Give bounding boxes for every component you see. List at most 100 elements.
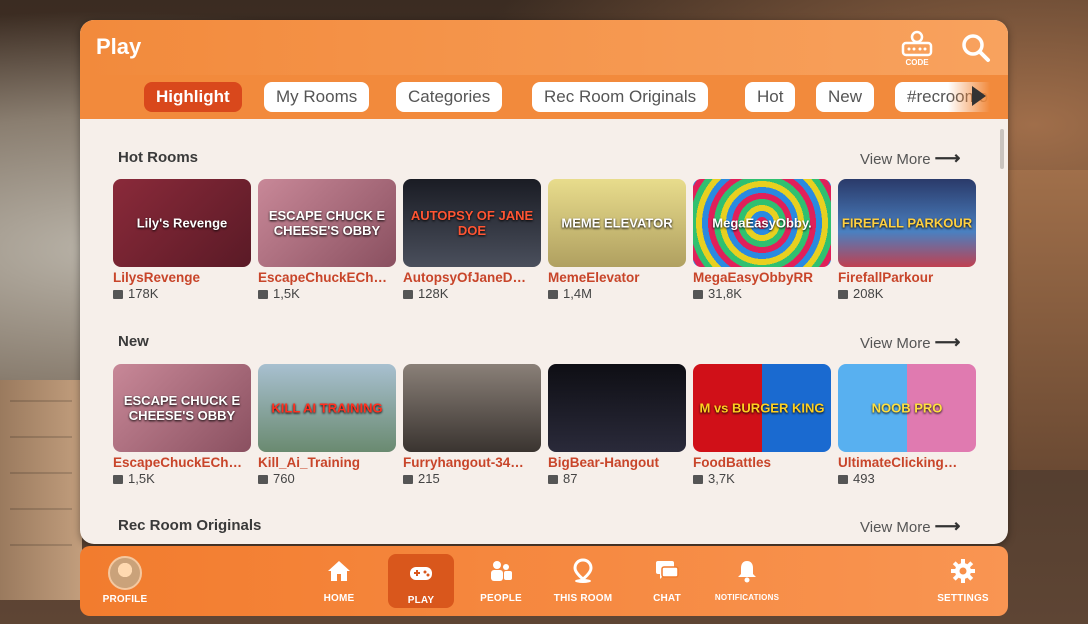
nav-notifications[interactable]: NOTIFICATIONS bbox=[712, 546, 782, 616]
arrow-right-icon: ⟶ bbox=[934, 516, 961, 536]
room-thumbnail: AUTOPSY OF JANE DOE bbox=[403, 179, 541, 267]
view-more-new[interactable]: View More ⟶ bbox=[860, 332, 960, 353]
arrow-right-icon: ⟶ bbox=[934, 332, 961, 352]
chat-icon bbox=[656, 561, 679, 579]
room-card[interactable]: BigBear-Hangout 87 bbox=[548, 364, 686, 486]
nav-settings[interactable]: SETTINGS bbox=[930, 546, 996, 616]
room-likes: 178K bbox=[113, 286, 251, 301]
nav-label: HOME bbox=[323, 593, 355, 604]
room-likes: 128K bbox=[403, 286, 541, 301]
room-thumbnail: ESCAPE CHUCK E CHEESE'S OBBY bbox=[258, 179, 396, 267]
nav-profile[interactable]: PROFILE bbox=[92, 546, 158, 616]
room-card[interactable]: NOOB PRO UltimateClicking… 493 bbox=[838, 364, 976, 486]
room-list[interactable]: Hot Rooms View More ⟶ Lily's Revenge Lily… bbox=[80, 119, 1008, 544]
room-likes: 215 bbox=[403, 471, 541, 486]
thumbnail-text: M vs BURGER KING bbox=[699, 400, 825, 416]
nav-label: PROFILE bbox=[102, 594, 148, 605]
thumbs-up-icon bbox=[693, 475, 703, 484]
likes-count: 208K bbox=[853, 286, 884, 301]
room-card[interactable]: KILL AI TRAINING Kill_Ai_Training 760 bbox=[258, 364, 396, 486]
likes-count: 128K bbox=[418, 286, 449, 301]
room-name: FoodBattles bbox=[693, 455, 772, 470]
room-name: Kill_Ai_Training bbox=[258, 455, 361, 470]
room-card[interactable]: ESCAPE CHUCK E CHEESE'S OBBY EscapeChuck… bbox=[258, 179, 396, 301]
nav-people[interactable]: PEOPLE bbox=[468, 546, 534, 616]
thumbnail-text: KILL AI TRAINING bbox=[271, 400, 383, 416]
room-name: UltimateClicking… bbox=[838, 455, 958, 470]
code-label: CODE bbox=[905, 58, 929, 67]
avatar bbox=[108, 556, 142, 590]
likes-count: 215 bbox=[418, 471, 440, 486]
thumbnail-text: NOOB PRO bbox=[871, 400, 943, 416]
room-thumbnail bbox=[548, 364, 686, 452]
room-thumbnail: ESCAPE CHUCK E CHEESE'S OBBY bbox=[113, 364, 251, 452]
search-button[interactable] bbox=[960, 32, 992, 64]
thumbnail-text: MEME ELEVATOR bbox=[561, 215, 673, 231]
bell-icon bbox=[738, 561, 756, 583]
thumbs-up-icon bbox=[403, 475, 413, 484]
room-name: FirefallParkour bbox=[838, 270, 934, 285]
tab-new[interactable]: New bbox=[816, 82, 875, 112]
likes-count: 31,8K bbox=[708, 286, 742, 301]
room-likes: 87 bbox=[548, 471, 686, 486]
section-title-new: New bbox=[118, 333, 149, 350]
thumbs-up-icon bbox=[548, 290, 558, 299]
background-shelf bbox=[0, 380, 82, 600]
room-card[interactable]: ESCAPE CHUCK E CHEESE'S OBBY EscapeChuck… bbox=[113, 364, 251, 486]
tab-highlight[interactable]: Highlight bbox=[144, 82, 242, 112]
header-bar: Play CODE bbox=[80, 20, 1008, 75]
room-code-button[interactable]: CODE bbox=[898, 29, 936, 67]
play-panel: Play CODE Highlight My Rooms Categories … bbox=[80, 20, 1008, 544]
nav-chat[interactable]: CHAT bbox=[634, 546, 700, 616]
room-card[interactable]: Furryhangout-34… 215 bbox=[403, 364, 541, 486]
tabs-scroll-right-icon[interactable] bbox=[972, 86, 986, 106]
room-name: AutopsyOfJaneD… bbox=[403, 270, 527, 285]
thumbs-up-icon bbox=[258, 290, 268, 299]
room-name: Furryhangout-34… bbox=[403, 455, 524, 470]
thumbs-up-icon bbox=[838, 290, 848, 299]
likes-count: 1,4M bbox=[563, 286, 592, 301]
search-icon bbox=[962, 34, 990, 62]
tab-hot[interactable]: Hot bbox=[745, 82, 796, 112]
room-likes: 1,5K bbox=[258, 286, 396, 301]
view-more-originals[interactable]: View More ⟶ bbox=[860, 516, 960, 537]
thumbnail-text: MegaEasyObby. bbox=[712, 215, 812, 231]
thumbnail-text: ESCAPE CHUCK E CHEESE'S OBBY bbox=[268, 208, 386, 238]
nav-label: NOTIFICATIONS bbox=[714, 593, 780, 602]
room-card[interactable]: AUTOPSY OF JANE DOE AutopsyOfJaneD… 128K bbox=[403, 179, 541, 301]
room-name: EscapeChuckECh… bbox=[258, 270, 388, 285]
room-thumbnail: KILL AI TRAINING bbox=[258, 364, 396, 452]
nav-label: CHAT bbox=[653, 593, 681, 604]
nav-home[interactable]: HOME bbox=[306, 546, 372, 616]
tab-rec-room-originals[interactable]: Rec Room Originals bbox=[532, 82, 709, 112]
thumbs-up-icon bbox=[693, 290, 703, 299]
view-more-label: View More bbox=[860, 335, 931, 352]
room-likes: 1,4M bbox=[548, 286, 686, 301]
thumbnail-text: AUTOPSY OF JANE DOE bbox=[410, 208, 534, 238]
category-tabs: Highlight My Rooms Categories Rec Room O… bbox=[80, 75, 1008, 119]
room-thumbnail: Lily's Revenge bbox=[113, 179, 251, 267]
room-card[interactable]: MegaEasyObby. MegaEasyObbyRR 31,8K bbox=[693, 179, 831, 301]
code-icon: CODE bbox=[901, 30, 933, 67]
tab-my-rooms[interactable]: My Rooms bbox=[264, 82, 370, 112]
room-card[interactable]: MEME ELEVATOR MemeElevator 1,4M bbox=[548, 179, 686, 301]
background-furniture bbox=[1006, 170, 1088, 470]
nav-this-room[interactable]: THIS ROOM bbox=[550, 546, 616, 616]
room-card[interactable]: Lily's Revenge LilysRevenge 178K bbox=[113, 179, 251, 301]
gear-icon bbox=[951, 559, 975, 583]
scrollbar[interactable] bbox=[1000, 129, 1004, 169]
people-icon bbox=[491, 561, 512, 581]
room-name: BigBear-Hangout bbox=[548, 455, 659, 470]
likes-count: 1,5K bbox=[273, 286, 300, 301]
thumbnail-text: FIREFALL PARKOUR bbox=[841, 215, 973, 231]
room-card[interactable]: FIREFALL PARKOUR FirefallParkour 208K bbox=[838, 179, 976, 301]
nav-play[interactable]: PLAY bbox=[388, 554, 454, 608]
room-card[interactable]: M vs BURGER KING FoodBattles 3,7K bbox=[693, 364, 831, 486]
room-likes: 1,5K bbox=[113, 471, 251, 486]
room-thumbnail: M vs BURGER KING bbox=[693, 364, 831, 452]
gamepad-icon bbox=[410, 567, 432, 580]
view-more-hot-rooms[interactable]: View More ⟶ bbox=[860, 148, 960, 169]
tab-categories[interactable]: Categories bbox=[396, 82, 503, 112]
thumbs-up-icon bbox=[258, 475, 268, 484]
thumbs-up-icon bbox=[403, 290, 413, 299]
